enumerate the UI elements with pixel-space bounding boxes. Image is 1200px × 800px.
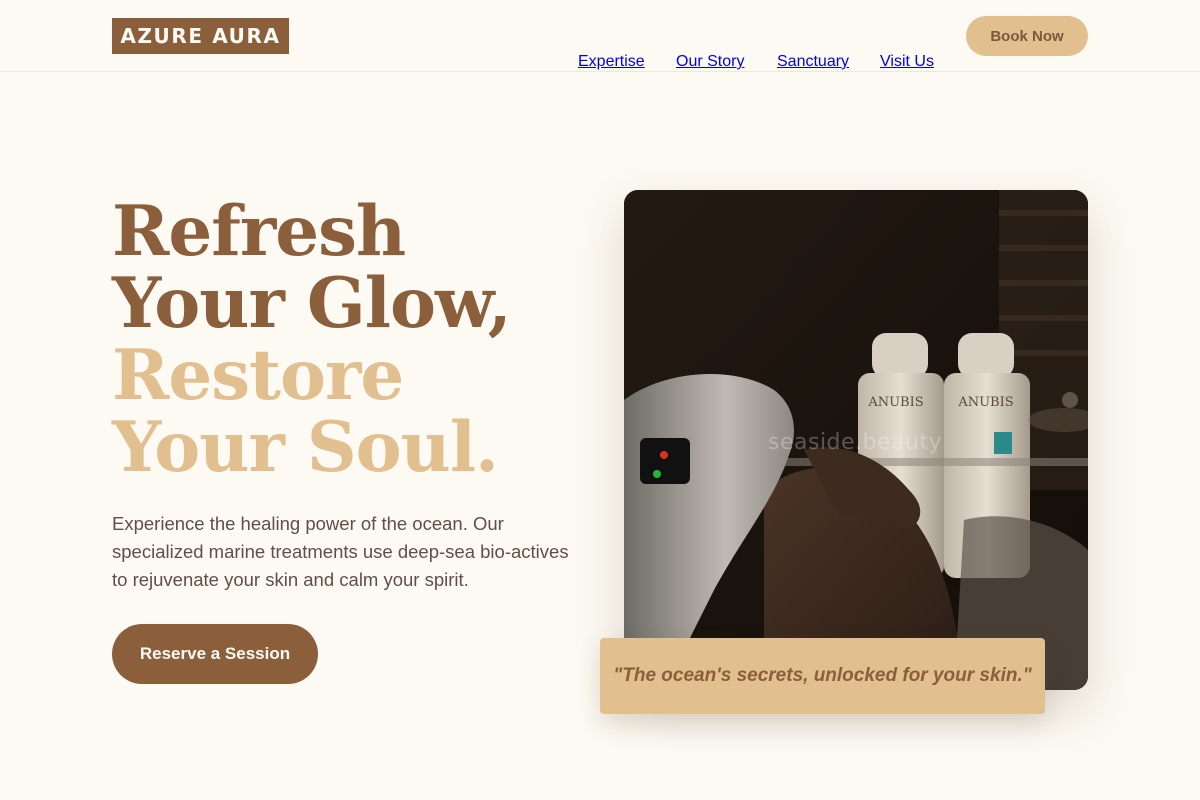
headline-line-2: Restore Your Soul. [112, 335, 499, 488]
hero-description: Experience the healing power of the ocea… [112, 513, 569, 590]
photo-watermark: seaside.beauty [768, 430, 943, 455]
bottle-label-right: ANUBIS [957, 395, 1013, 410]
book-now-button[interactable]: Book Now [966, 16, 1088, 56]
nav-link-visit-us[interactable]: Visit Us [880, 26, 934, 98]
site-header: AZURE AURA Expertise Our Story Sanctuary… [0, 0, 1200, 72]
nav-link-sanctuary[interactable]: Sanctuary [777, 26, 849, 98]
logo[interactable]: AZURE AURA [112, 18, 289, 54]
bottle-label-left: ANUBIS [867, 395, 923, 410]
reserve-session-button[interactable]: Reserve a Session [112, 624, 318, 684]
nav-link-expertise[interactable]: Expertise [578, 26, 645, 98]
hero-headline: Refresh Your Glow, Restore Your Soul. [112, 196, 582, 484]
headline-line-1: Refresh Your Glow, [112, 191, 512, 344]
nav-link-our-story[interactable]: Our Story [676, 26, 744, 98]
quote-card: "The ocean's secrets, unlocked for your … [600, 638, 1045, 714]
